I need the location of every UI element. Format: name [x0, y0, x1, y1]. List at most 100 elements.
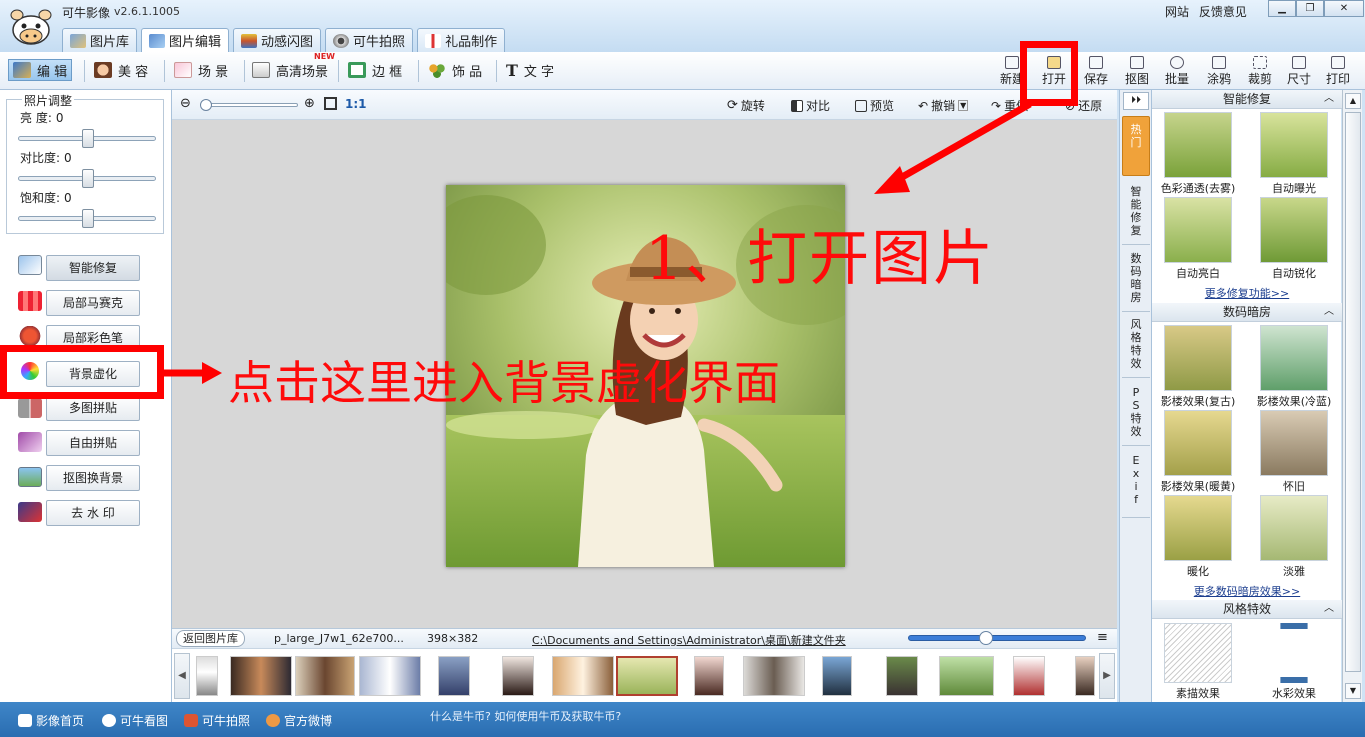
effect-auto-brighten[interactable]: 自动亮白	[1154, 197, 1242, 281]
saturation-slider[interactable]	[18, 209, 156, 228]
effect-dehaze[interactable]: 色彩通透(去雾)	[1154, 112, 1242, 196]
thumbnail[interactable]	[552, 656, 614, 696]
batch-button[interactable]: 批量	[1161, 56, 1193, 88]
slider-thumb[interactable]	[82, 129, 94, 148]
scroll-down-arrow-icon[interactable]: ▼	[1345, 683, 1361, 699]
thumbnail[interactable]	[359, 656, 421, 696]
zoom-slider-thumb[interactable]	[200, 99, 212, 111]
thumbnail[interactable]	[886, 656, 918, 696]
more-darkroom-link[interactable]: 更多数码暗房效果>>	[1152, 583, 1342, 599]
tool-hd-scene[interactable]: 高清场景 NEW	[248, 52, 335, 81]
effect-warming[interactable]: 暖化	[1154, 495, 1242, 579]
collapse-chevron-icon[interactable]: ︿	[1324, 600, 1334, 618]
tool-edit[interactable]: 编 辑	[8, 59, 73, 81]
section-header-smart-repair[interactable]: 智能修复 ︿	[1152, 90, 1342, 109]
thumbnail[interactable]	[939, 656, 994, 696]
effect-auto-exposure[interactable]: 自动曝光	[1250, 112, 1338, 196]
effect-watercolor[interactable]: 水彩效果	[1250, 623, 1338, 701]
news-ticker[interactable]: 什么是牛币? 如何使用牛币及获取牛币?	[430, 708, 621, 724]
image-viewer-link[interactable]: 可牛看图	[102, 712, 168, 729]
doodle-button[interactable]: 涂鸦	[1203, 56, 1235, 88]
local-mosaic-button[interactable]: 局部马赛克	[46, 290, 140, 316]
effect-sketch[interactable]: 素描效果	[1154, 623, 1242, 701]
tool-beauty[interactable]: 美 容	[90, 59, 152, 81]
remove-watermark-button[interactable]: 去 水 印	[46, 500, 140, 526]
tool-border[interactable]: 边 框	[344, 59, 406, 81]
effect-studio-warm-yellow[interactable]: 影楼效果(暖黄)	[1154, 410, 1242, 494]
effect-studio-cool-blue[interactable]: 影楼效果(冷蓝)	[1250, 325, 1338, 409]
section-header-style-effects[interactable]: 风格特效 ︿	[1152, 600, 1342, 619]
weibo-link[interactable]: 官方微博	[266, 712, 332, 729]
actual-size-button[interactable]: 1:1	[345, 97, 367, 111]
tool-accessory[interactable]: 饰 品	[424, 59, 486, 81]
thumbnail[interactable]	[196, 656, 218, 696]
save-button[interactable]: 保存	[1080, 56, 1112, 88]
collapse-chevron-icon[interactable]: ︿	[1324, 303, 1334, 321]
tab-digital-darkroom[interactable]: 数码暗房	[1122, 252, 1150, 312]
close-button[interactable]: ✕	[1324, 0, 1364, 17]
tab-gift[interactable]: 礼品制作	[417, 28, 506, 52]
thumbnail-selected[interactable]	[616, 656, 678, 696]
effect-auto-sharpen[interactable]: 自动锐化	[1250, 197, 1338, 281]
tab-ps-effects[interactable]: PS特效	[1122, 386, 1150, 446]
print-button[interactable]: 打印	[1322, 56, 1354, 88]
back-to-library-button[interactable]: 返回图片库	[176, 630, 245, 647]
contrast-slider[interactable]	[18, 169, 156, 188]
tool-text[interactable]: T 文 字	[502, 59, 558, 81]
fit-screen-icon[interactable]	[324, 97, 337, 110]
smart-repair-button[interactable]: 智能修复	[46, 255, 140, 281]
website-link[interactable]: 网站	[1165, 5, 1189, 19]
cutout-button[interactable]: 抠图	[1121, 56, 1153, 88]
thumbnail[interactable]	[295, 656, 355, 696]
crop-button[interactable]: 裁剪	[1244, 56, 1276, 88]
thumbnail[interactable]	[230, 656, 292, 696]
thumbnail[interactable]	[694, 656, 724, 696]
tab-style-effects[interactable]: 风格特效	[1122, 318, 1150, 378]
section-header-digital-darkroom[interactable]: 数码暗房 ︿	[1152, 303, 1342, 322]
rotate-button[interactable]: ⟳ 旋转	[727, 97, 765, 114]
feedback-link[interactable]: 反馈意见	[1199, 5, 1247, 19]
thumbnail[interactable]	[822, 656, 852, 696]
scroll-left-arrow-icon[interactable]: ◀	[174, 653, 190, 699]
scrollbar-thumb[interactable]	[1345, 112, 1361, 672]
camera-link[interactable]: 可牛拍照	[184, 712, 250, 729]
effect-nostalgic[interactable]: 怀旧	[1250, 410, 1338, 494]
effects-scrollbar[interactable]: ▲ ▼	[1342, 90, 1362, 702]
thumbnail[interactable]	[1075, 656, 1095, 696]
thumbnail[interactable]	[502, 656, 534, 696]
tab-photo-edit[interactable]: 图片编辑	[141, 28, 230, 52]
file-path[interactable]: C:\Documents and Settings\Administrator\…	[532, 632, 846, 648]
slider-thumb[interactable]	[82, 169, 94, 188]
effect-elegant[interactable]: 淡雅	[1250, 495, 1338, 579]
brightness-slider[interactable]	[18, 129, 156, 148]
thumbnail[interactable]	[743, 656, 805, 696]
thumbnail-size-slider[interactable]	[908, 631, 1086, 645]
zoom-slider[interactable]	[200, 99, 298, 111]
home-link[interactable]: 影像首页	[18, 712, 84, 729]
resize-button[interactable]: 尺寸	[1283, 56, 1315, 88]
maximize-button[interactable]: ❐	[1296, 0, 1324, 17]
tab-flash-image[interactable]: 动感闪图	[233, 28, 322, 52]
effect-studio-retro[interactable]: 影楼效果(复古)	[1154, 325, 1242, 409]
free-collage-button[interactable]: 自由拼贴	[46, 430, 140, 456]
thumbnail-size-thumb[interactable]	[979, 631, 993, 645]
scroll-up-arrow-icon[interactable]: ▲	[1345, 93, 1361, 109]
tab-smart-repair[interactable]: 智能修复	[1122, 185, 1150, 245]
minimize-button[interactable]: ▁	[1268, 0, 1296, 17]
more-repair-link[interactable]: 更多修复功能>>	[1152, 285, 1342, 301]
tab-camera[interactable]: 可牛拍照	[325, 28, 414, 52]
thumbnail[interactable]	[438, 656, 470, 696]
cutout-replace-bg-button[interactable]: 抠图换背景	[46, 465, 140, 491]
thumbnail[interactable]	[1013, 656, 1045, 696]
collapse-panel-icon[interactable]: ⏵⏵	[1123, 92, 1149, 110]
collapse-chevron-icon[interactable]: ︿	[1324, 90, 1334, 108]
tab-photo-library[interactable]: 图片库	[62, 28, 138, 52]
zoom-in-icon[interactable]: ⊕	[304, 96, 315, 111]
slider-thumb[interactable]	[82, 209, 94, 228]
tab-hot[interactable]: 热门	[1122, 116, 1150, 176]
tab-exif[interactable]: Exif	[1122, 454, 1150, 518]
scroll-right-arrow-icon[interactable]: ▶	[1099, 653, 1115, 699]
menu-lines-icon[interactable]: ≡	[1097, 630, 1108, 645]
tool-scene[interactable]: 场 景	[170, 59, 232, 81]
compare-button[interactable]: 对比	[791, 97, 830, 114]
